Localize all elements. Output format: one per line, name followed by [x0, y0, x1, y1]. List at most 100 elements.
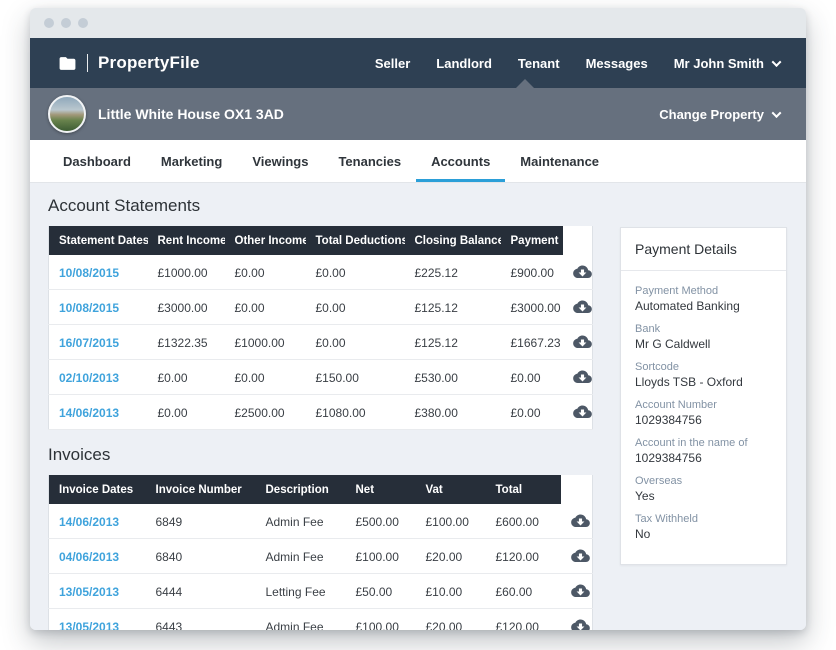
tab[interactable]: Viewings [237, 140, 323, 182]
payment-details-panel: Payment Details Payment Method Automated… [620, 227, 787, 565]
cell-rent-income: £3000.00 [148, 290, 225, 325]
active-nav-pointer [516, 79, 534, 88]
chevron-down-icon [772, 57, 782, 67]
invoices-table: Invoice DatesInvoice NumberDescriptionNe… [48, 475, 593, 630]
chevron-down-icon [772, 108, 782, 118]
property-title: Little White House OX1 3AD [98, 106, 284, 122]
cell-description: Admin Fee [256, 609, 346, 631]
cell-total-deductions: £0.00 [306, 325, 405, 360]
user-menu[interactable]: Mr John Smith [674, 56, 780, 71]
change-property-button[interactable]: Change Property [659, 107, 780, 122]
column-header: Vat [416, 475, 486, 504]
tab[interactable]: Maintenance [505, 140, 614, 182]
payment-detail-item: Bank Mr G Caldwell [635, 322, 772, 352]
statement-row: 02/10/2013 £0.00 £0.00 £150.00 £530.00 £… [49, 360, 593, 395]
statement-row: 10/08/2015 £1000.00 £0.00 £0.00 £225.12 … [49, 255, 593, 290]
invoice-row: 13/05/2013 6443 Admin Fee £100.00 £20.00… [49, 609, 593, 631]
cell-total: £120.00 [486, 539, 561, 574]
payment-detail-item: Payment Method Automated Banking [635, 284, 772, 314]
invoice-date-link[interactable]: 13/05/2013 [59, 620, 119, 631]
window-minimize-button[interactable] [61, 18, 71, 28]
payment-detail-value: 1029384756 [635, 450, 772, 466]
tab[interactable]: Dashboard [48, 140, 146, 182]
nav-item[interactable]: Tenant [518, 56, 560, 71]
statements-table: Statement DatesRent IncomeOther IncomeTo… [48, 226, 593, 430]
user-name: Mr John Smith [674, 56, 764, 71]
nav-item[interactable]: Messages [586, 56, 648, 71]
payment-detail-label: Tax Withheld [635, 512, 772, 526]
statement-date-link[interactable]: 16/07/2015 [59, 336, 119, 350]
column-header: Description [256, 475, 346, 504]
statement-date-link[interactable]: 10/08/2015 [59, 301, 119, 315]
window-maximize-button[interactable] [78, 18, 88, 28]
cell-rent-income: £0.00 [148, 360, 225, 395]
payment-detail-item: Sortcode Lloyds TSB - Oxford [635, 360, 772, 390]
invoice-date-link[interactable]: 13/05/2013 [59, 585, 119, 599]
payment-detail-item: Tax Withheld No [635, 512, 772, 542]
cell-description: Letting Fee [256, 574, 346, 609]
cell-vat: £100.00 [416, 504, 486, 539]
download-cloud-icon[interactable] [571, 583, 590, 597]
column-header: Other Income [225, 226, 306, 255]
payment-detail-label: Account Number [635, 398, 772, 412]
statement-date-link[interactable]: 14/06/2013 [59, 406, 119, 420]
folder-icon [58, 54, 77, 73]
cell-vat: £10.00 [416, 574, 486, 609]
invoice-date-link[interactable]: 04/06/2013 [59, 550, 119, 564]
download-cloud-icon[interactable] [573, 299, 592, 313]
brand-logo[interactable]: PropertyFile [58, 53, 200, 73]
cell-payment: £900.00 [501, 255, 563, 290]
cell-net: £50.00 [346, 574, 416, 609]
property-bar: Little White House OX1 3AD Change Proper… [30, 88, 806, 140]
tab[interactable]: Marketing [146, 140, 237, 182]
payment-details-heading: Payment Details [621, 228, 786, 271]
top-navbar: PropertyFile Seller Landlord Tenant Mess… [30, 38, 806, 88]
statement-date-link[interactable]: 02/10/2013 [59, 371, 119, 385]
cell-closing-balance: £125.12 [405, 325, 501, 360]
property-photo-avatar [48, 95, 86, 133]
cell-closing-balance: £125.12 [405, 290, 501, 325]
download-cloud-icon[interactable] [571, 618, 590, 630]
download-cloud-icon[interactable] [573, 404, 592, 418]
download-cloud-icon[interactable] [573, 264, 592, 278]
tab[interactable]: Accounts [416, 140, 505, 182]
statement-row: 16/07/2015 £1322.35 £1000.00 £0.00 £125.… [49, 325, 593, 360]
statement-row: 10/08/2015 £3000.00 £0.00 £0.00 £125.12 … [49, 290, 593, 325]
payment-detail-label: Account in the name of [635, 436, 772, 450]
statement-date-link[interactable]: 10/08/2015 [59, 266, 119, 280]
change-property-label: Change Property [659, 107, 764, 122]
window-close-button[interactable] [44, 18, 54, 28]
download-cloud-icon[interactable] [573, 369, 592, 383]
cell-other-income: £0.00 [225, 255, 306, 290]
cell-total: £60.00 [486, 574, 561, 609]
nav-item[interactable]: Seller [375, 56, 410, 71]
download-cloud-icon[interactable] [571, 513, 590, 527]
cell-closing-balance: £530.00 [405, 360, 501, 395]
column-header: Net [346, 475, 416, 504]
column-header: Total Deductions [306, 226, 405, 255]
cell-rent-income: £1000.00 [148, 255, 225, 290]
cell-other-income: £2500.00 [225, 395, 306, 430]
brand-name: PropertyFile [98, 53, 200, 73]
download-cloud-icon[interactable] [571, 548, 590, 562]
column-header: Payment [501, 226, 563, 255]
cell-rent-income: £1322.35 [148, 325, 225, 360]
invoices-header-row: Invoice DatesInvoice NumberDescriptionNe… [49, 475, 593, 504]
payment-detail-item: Account Number 1029384756 [635, 398, 772, 428]
download-cloud-icon[interactable] [573, 334, 592, 348]
statements-body: 10/08/2015 £1000.00 £0.00 £0.00 £225.12 … [49, 255, 593, 430]
statement-row: 14/06/2013 £0.00 £2500.00 £1080.00 £380.… [49, 395, 593, 430]
cell-net: £100.00 [346, 539, 416, 574]
cell-total: £600.00 [486, 504, 561, 539]
tab[interactable]: Tenancies [323, 140, 416, 182]
cell-closing-balance: £225.12 [405, 255, 501, 290]
invoice-date-link[interactable]: 14/06/2013 [59, 515, 119, 529]
brand-divider [87, 54, 88, 72]
content-area: Account Statements Statement DatesRent I… [30, 183, 806, 630]
payment-detail-label: Bank [635, 322, 772, 336]
cell-total-deductions: £0.00 [306, 290, 405, 325]
nav-item[interactable]: Landlord [436, 56, 492, 71]
statements-header-row: Statement DatesRent IncomeOther IncomeTo… [49, 226, 593, 255]
cell-payment: £0.00 [501, 360, 563, 395]
cell-total-deductions: £1080.00 [306, 395, 405, 430]
